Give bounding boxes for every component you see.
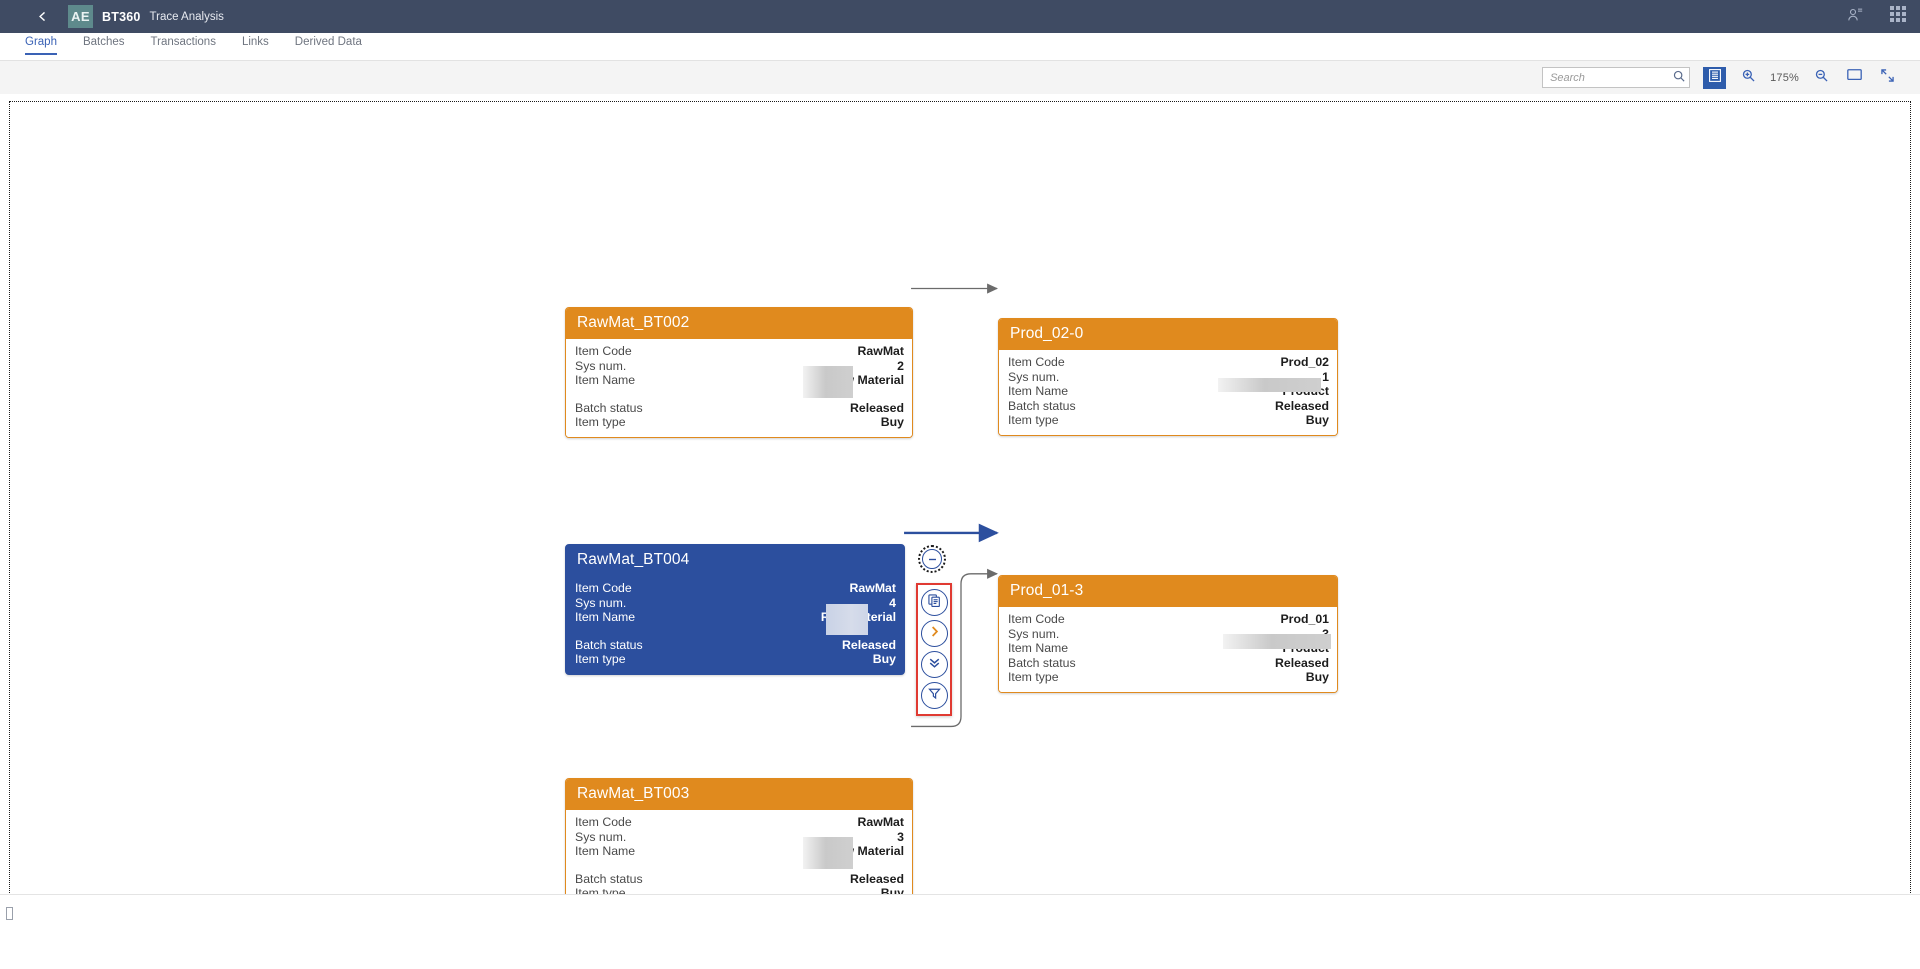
node-field-sys-num: Sys num. 1 (1008, 369, 1329, 384)
node-field-batch-status: Batch status Released (1008, 398, 1329, 413)
zoom-in-icon (1742, 69, 1755, 87)
expand-down-button[interactable] (920, 651, 948, 678)
tab-batches[interactable]: Batches (70, 33, 138, 55)
node-field-item-code: Item Code Prod_02 (1008, 355, 1329, 369)
collapse-minus-circle-icon (922, 549, 942, 569)
expand-right-button[interactable] (920, 620, 948, 647)
tab-links[interactable]: Links (229, 33, 282, 55)
node-field-item-name: Item Name Raw Material (575, 610, 896, 625)
tab-bar: Graph Batches Transactions Links Derived… (0, 33, 1920, 61)
search-icon[interactable] (1673, 69, 1685, 87)
node-field-item-code: Item Code RawMat (575, 344, 904, 358)
zoom-out-button[interactable] (1810, 67, 1832, 88)
search-container (1542, 67, 1691, 88)
node-field-batch-status: Batch status Released (575, 400, 904, 415)
fullscreen-icon (1880, 68, 1894, 87)
node-body: Item Code Prod_02 Sys num. 1 Item Name P… (999, 350, 1337, 435)
node-field-batch-status: Batch status Released (575, 637, 896, 652)
graph-edge-layer (904, 283, 999, 728)
copy-documents-icon (927, 593, 941, 612)
status-bar (0, 894, 1920, 932)
node-field-item-name: Item Name Raw Material (575, 844, 904, 859)
status-glyph (6, 907, 13, 920)
grid-apps-icon[interactable] (1890, 6, 1906, 27)
graph-node-rawmat-bt002[interactable]: RawMat_BT002 Item Code RawMat Sys num. 2… (565, 307, 913, 438)
graph-canvas-area: RawMat_BT002 Item Code RawMat Sys num. 2… (0, 94, 1920, 932)
fit-to-screen-button[interactable] (1843, 67, 1865, 88)
node-title: RawMat_BT004 (566, 545, 904, 576)
node-body: Item Code RawMat Sys num. 2 Item Name Ra… (566, 339, 912, 437)
node-field-sys-num: Sys num. 3 (1008, 626, 1329, 641)
node-field-item-name: Item Name Product (1008, 641, 1329, 656)
graph-node-rawmat-bt003[interactable]: RawMat_BT003 Item Code RawMat Sys num. 3… (565, 778, 913, 894)
fullscreen-button[interactable] (1876, 67, 1898, 88)
legend-list-icon (1708, 68, 1721, 87)
zoom-level-label: 175% (1770, 71, 1799, 84)
header-actions (1847, 6, 1906, 27)
node-spacer (575, 859, 904, 872)
node-body: Item Code Prod_01 Sys num. 3 Item Name P… (999, 607, 1337, 692)
node-field-sys-num: Sys num. 2 (575, 358, 904, 373)
brand-name: BT360 (102, 9, 141, 24)
graph-node-prod-01-3[interactable]: Prod_01-3 Item Code Prod_01 Sys num. 3 I… (998, 575, 1338, 693)
node-field-item-type: Item type Buy (1008, 413, 1329, 428)
page-title: Trace Analysis (149, 10, 224, 23)
search-input[interactable] (1542, 67, 1691, 88)
node-field-batch-status: Batch status Released (1008, 655, 1329, 670)
node-field-item-code: Item Code RawMat (575, 581, 896, 595)
node-field-item-name: Item Name Product (1008, 384, 1329, 399)
node-title: RawMat_BT003 (566, 779, 912, 810)
node-field-sys-num: Sys num. 3 (575, 829, 904, 844)
filter-node-button[interactable] (920, 682, 948, 709)
zoom-out-icon (1815, 69, 1828, 87)
tab-graph[interactable]: Graph (12, 33, 70, 55)
node-field-item-type: Item type Buy (575, 652, 896, 667)
user-settings-icon[interactable] (1847, 7, 1864, 27)
node-field-item-type: Item type Buy (1008, 670, 1329, 685)
graph-node-rawmat-bt004[interactable]: RawMat_BT004 Item Code RawMat Sys num. 4… (565, 544, 905, 675)
node-spacer (575, 625, 896, 638)
duplicate-node-button[interactable] (920, 589, 948, 616)
node-collapse-button[interactable] (918, 545, 946, 573)
node-field-item-code: Item Code RawMat (575, 815, 904, 829)
node-body: Item Code RawMat Sys num. 3 Item Name Ra… (566, 810, 912, 894)
graph-canvas[interactable]: RawMat_BT002 Item Code RawMat Sys num. 2… (9, 101, 1911, 895)
app-header: AE BT360 Trace Analysis (0, 0, 1920, 33)
node-body: Item Code RawMat Sys num. 4 Item Name Ra… (566, 576, 904, 674)
tab-transactions[interactable]: Transactions (138, 33, 229, 55)
node-field-item-name: Item Name Raw Material (575, 373, 904, 388)
back-button[interactable] (32, 7, 52, 27)
node-field-item-code: Item Code Prod_01 (1008, 612, 1329, 626)
app-logo: AE (68, 5, 93, 28)
zoom-in-button[interactable] (1737, 67, 1759, 88)
node-field-batch-status: Batch status Released (575, 871, 904, 886)
node-title: Prod_02-0 (999, 319, 1337, 350)
double-chevron-down-icon (928, 656, 941, 674)
fit-to-screen-icon (1846, 68, 1862, 87)
chevron-right-circle-icon (928, 625, 941, 643)
node-field-item-type: Item type Buy (575, 415, 904, 430)
node-spacer (575, 388, 904, 401)
legend-list-button[interactable] (1703, 66, 1727, 89)
node-title: Prod_01-3 (999, 576, 1337, 607)
tab-derived-data[interactable]: Derived Data (282, 33, 375, 55)
chevron-left-icon (36, 10, 49, 23)
funnel-filter-icon (927, 687, 941, 705)
node-action-rail (916, 583, 952, 716)
node-field-sys-num: Sys num. 4 (575, 595, 896, 610)
graph-node-prod-02-0[interactable]: Prod_02-0 Item Code Prod_02 Sys num. 1 I… (998, 318, 1338, 436)
graph-toolbar: 175% (0, 61, 1920, 94)
node-title: RawMat_BT002 (566, 308, 912, 339)
